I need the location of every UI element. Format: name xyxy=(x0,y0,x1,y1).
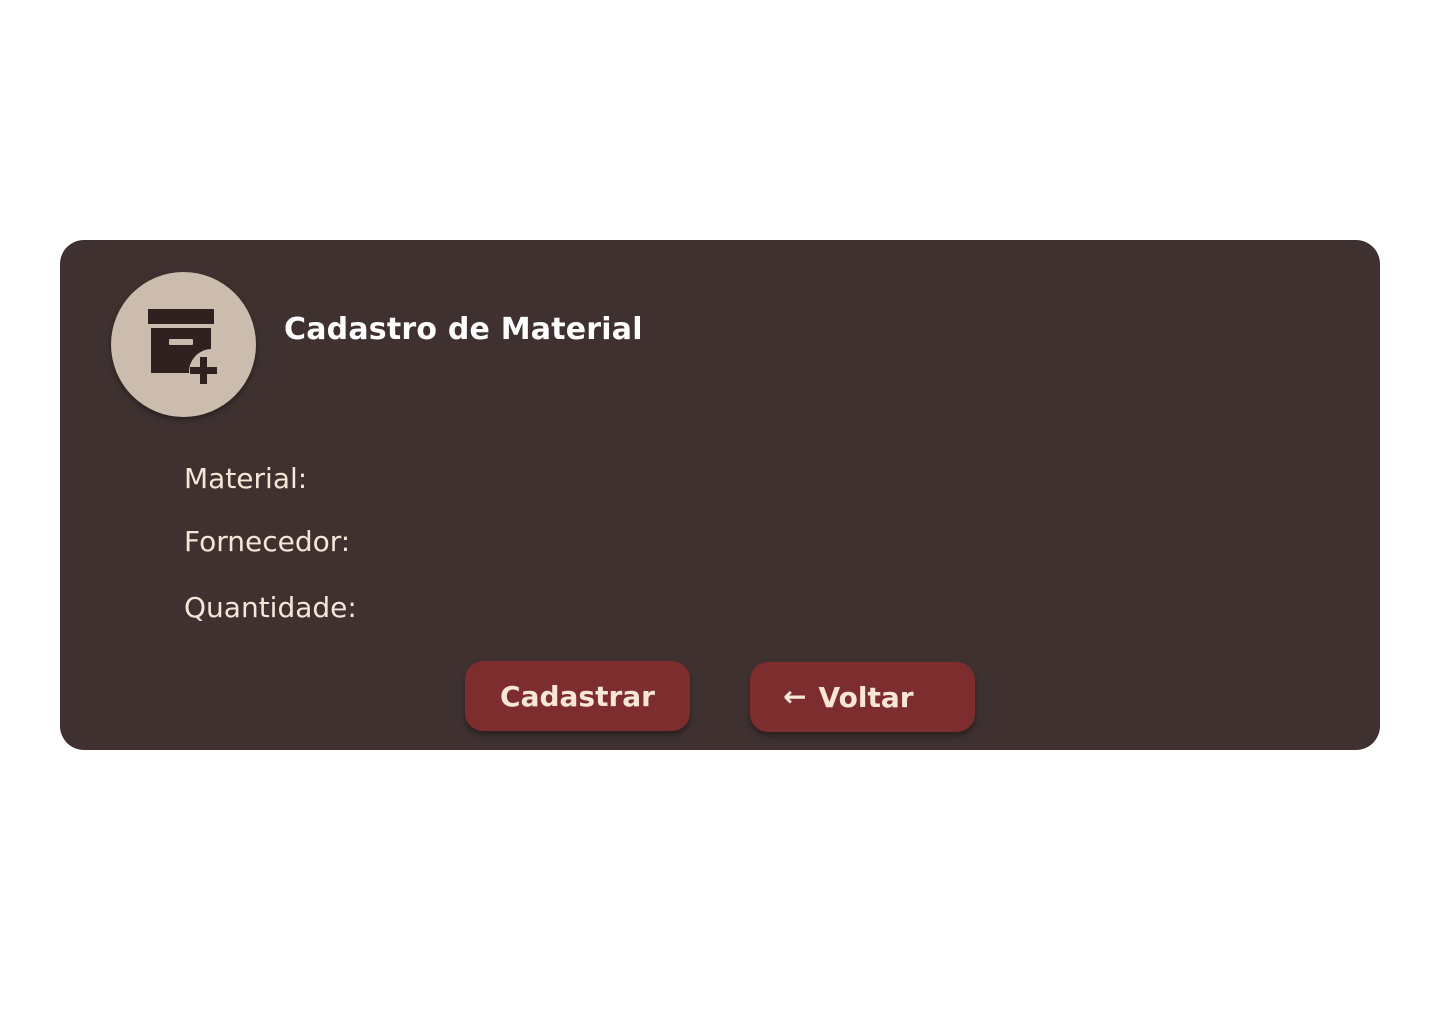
page-title: Cadastro de Material xyxy=(284,312,643,347)
arrow-left-icon: ← xyxy=(783,680,807,713)
cadastrar-button[interactable]: Cadastrar xyxy=(465,661,690,731)
avatar xyxy=(111,272,256,417)
voltar-button-label: Voltar xyxy=(818,680,914,714)
material-registration-card: Cadastro de Material Material: Fornecedo… xyxy=(60,240,1380,750)
archive-add-icon xyxy=(144,305,224,385)
quantidade-label: Quantidade: xyxy=(184,591,357,624)
fornecedor-label: Fornecedor: xyxy=(184,525,351,558)
material-label: Material: xyxy=(184,462,308,495)
cadastrar-button-label: Cadastrar xyxy=(500,679,655,713)
voltar-button[interactable]: ← Voltar xyxy=(750,662,975,732)
